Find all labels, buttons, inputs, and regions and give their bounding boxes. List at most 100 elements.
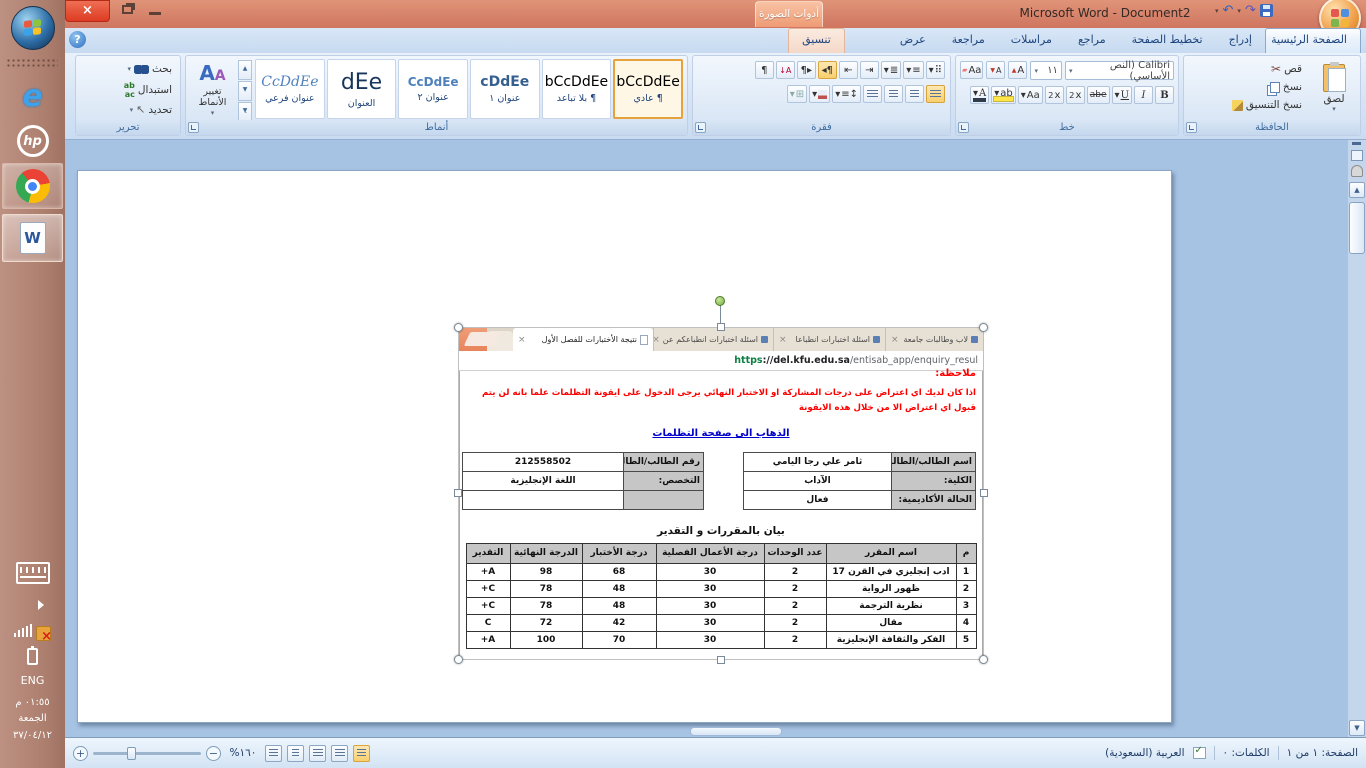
clipboard-dialog-launcher[interactable] [1186, 122, 1197, 133]
spellcheck-icon[interactable] [1192, 745, 1206, 759]
styles-scroll-down[interactable]: ▼ [237, 81, 253, 101]
resize-handle-top-center[interactable] [717, 323, 725, 331]
vertical-scrollbar[interactable]: ▲ ▼ [1348, 140, 1366, 737]
decrease-indent-button[interactable]: ⇤ [838, 61, 858, 79]
superscript-button[interactable]: x2 [1044, 86, 1064, 104]
copy-button[interactable]: نسخ [1230, 80, 1304, 94]
embedded-picture[interactable]: لاب وطالبات جامعة × اسئلة اختبارات انطبا… [458, 327, 984, 660]
zoom-level[interactable]: %١٦٠ [226, 747, 260, 759]
close-button[interactable]: × [65, 0, 110, 22]
tab-view[interactable]: عرض [887, 28, 939, 53]
style-heading2[interactable]: CcDdEe عنوان ٢ [398, 59, 468, 119]
format-painter-button[interactable]: نسخ التنسيق [1230, 98, 1304, 112]
ruler-toggle-icon[interactable] [1351, 150, 1363, 161]
subscript-button[interactable]: x2 [1065, 86, 1085, 104]
view-outline-button[interactable] [287, 744, 304, 762]
change-styles-button[interactable]: AA تغيير الأنماط ▾ [189, 58, 236, 124]
align-right-button[interactable] [926, 85, 945, 103]
resize-handle-top-right[interactable] [979, 323, 988, 332]
minimize-button[interactable] [149, 12, 161, 15]
taskbar-item-chrome[interactable] [2, 163, 63, 209]
highlight-button[interactable]: ab ▾ [991, 86, 1016, 104]
sort-button[interactable]: A↓ [775, 61, 795, 79]
rtl-direction-button[interactable]: ¶◂ [817, 61, 837, 79]
align-left-button[interactable] [884, 85, 903, 103]
resize-handle-bottom-left[interactable] [454, 655, 463, 664]
undo-button[interactable]: ↶ [1223, 3, 1234, 18]
help-button[interactable]: ? [69, 31, 86, 48]
scroll-up-button[interactable]: ▲ [1349, 182, 1365, 198]
save-button[interactable] [1259, 4, 1273, 17]
word-count[interactable]: الكلمات: ٠ [1223, 747, 1270, 759]
justify-button[interactable] [863, 85, 882, 103]
tray-battery[interactable] [0, 646, 65, 669]
restore-button[interactable] [122, 5, 133, 14]
multilevel-list-button[interactable]: ≣ ▾ [880, 61, 902, 79]
taskbar-item-hp[interactable]: hp [0, 122, 65, 160]
undo-dropdown[interactable]: ▾ [1237, 7, 1241, 15]
grow-font-button[interactable]: A ▲ [1008, 61, 1028, 79]
view-fullscreen-reading-button[interactable] [331, 744, 348, 762]
tab-insert[interactable]: إدراج [1216, 28, 1265, 53]
paragraph-dialog-launcher[interactable] [695, 122, 706, 133]
align-center-button[interactable] [905, 85, 924, 103]
tab-format[interactable]: تنسيق [788, 28, 845, 53]
replace-button[interactable]: استبدال ab ac [82, 80, 174, 100]
shading-button[interactable]: ▾ [809, 85, 831, 103]
show-paragraph-marks-button[interactable]: ¶ [754, 61, 774, 79]
line-spacing-button[interactable]: ↕≡ ▾ [832, 85, 861, 103]
find-button[interactable]: بحث ▾ [82, 62, 174, 76]
shrink-font-button[interactable]: A ▼ [986, 61, 1006, 79]
bullets-button[interactable]: ⠿ ▾ [925, 61, 945, 79]
font-color-button[interactable]: A ▾ [969, 86, 990, 104]
view-web-layout-button[interactable] [309, 744, 326, 762]
qat-customize-button[interactable]: ▾ [1215, 7, 1219, 15]
touch-keyboard-button[interactable] [0, 562, 65, 588]
tab-page-layout[interactable]: تخطيط الصفحة [1119, 28, 1216, 53]
page-indicator[interactable]: الصفحة: ١ من ١ [1287, 747, 1358, 759]
style-no-spacing[interactable]: bCcDdEe ¶ بلا تباعد [541, 59, 612, 119]
underline-button[interactable]: U ▾ [1111, 86, 1132, 104]
start-button[interactable] [11, 6, 55, 50]
font-name-combo[interactable]: Calibri (النص الأساسي) ▾ [1064, 60, 1174, 82]
tab-home[interactable]: الصفحة الرئيسية [1265, 28, 1361, 53]
style-subtitle[interactable]: CcDdEe عنوان فرعي [255, 59, 325, 119]
borders-button[interactable]: ⊞ ▾ [786, 85, 808, 103]
horizontal-scrollbar-thumb[interactable] [690, 727, 782, 736]
italic-button[interactable]: I [1134, 86, 1153, 104]
bold-button[interactable]: B [1155, 86, 1174, 104]
style-normal[interactable]: bCcDdEe ¶ عادي [613, 59, 683, 119]
taskbar-grip[interactable] [6, 58, 58, 67]
zoom-out-button[interactable]: − [206, 745, 221, 761]
zoom-in-button[interactable]: + [73, 745, 88, 761]
resize-handle-bottom-right[interactable] [979, 655, 988, 664]
resize-handle-middle-left[interactable] [454, 489, 462, 497]
tab-review[interactable]: مراجعة [939, 28, 998, 53]
language-indicator[interactable]: ENG [0, 674, 65, 687]
styles-dialog-launcher[interactable] [188, 122, 199, 133]
taskbar-item-word[interactable]: W [2, 214, 63, 262]
style-heading1[interactable]: cDdEe عنوان ١ [469, 59, 540, 119]
style-title[interactable]: dEe العنوان [326, 59, 397, 119]
resize-handle-bottom-center[interactable] [717, 656, 725, 664]
scrollbar-thumb[interactable] [1349, 202, 1365, 254]
tab-references[interactable]: مراجع [1065, 28, 1119, 53]
resize-handle-middle-right[interactable] [980, 489, 988, 497]
numbering-button[interactable]: ≡ ▾ [903, 61, 924, 79]
resize-handle-top-left[interactable] [454, 323, 463, 332]
cut-button[interactable]: قص ✂ [1230, 61, 1304, 77]
tray-expand-button[interactable] [0, 600, 65, 610]
paste-button[interactable]: لصق ▾ [1312, 60, 1356, 117]
change-case-button[interactable]: Aa ▾ [1017, 86, 1043, 104]
font-dialog-launcher[interactable] [958, 122, 969, 133]
tray-network[interactable] [0, 622, 65, 644]
tab-mailings[interactable]: مراسلات [998, 28, 1065, 53]
view-draft-button[interactable] [265, 744, 282, 762]
zoom-slider-thumb[interactable] [127, 746, 136, 760]
rotate-handle[interactable] [715, 296, 725, 306]
select-button[interactable]: تحديد ↖ ▾ [82, 102, 174, 117]
language-status[interactable]: العربية (السعودية) [1105, 747, 1184, 759]
view-print-layout-button[interactable] [353, 744, 370, 762]
styles-gallery-expand[interactable]: ▼̱ [237, 102, 253, 122]
zoom-slider[interactable] [93, 746, 201, 760]
